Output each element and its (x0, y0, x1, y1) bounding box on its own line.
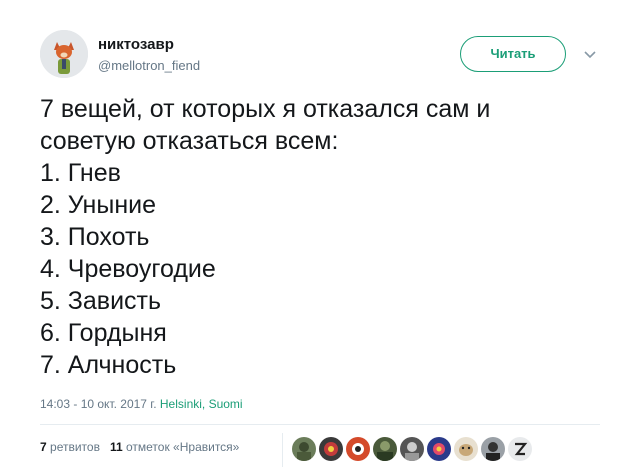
tweet-line: 6. Гордыня (40, 319, 167, 347)
fox-avatar-icon (40, 30, 88, 78)
liker-avatar[interactable] (454, 437, 478, 461)
liker-avatar[interactable] (400, 437, 424, 461)
avatar[interactable] (40, 30, 88, 78)
chevron-down-icon[interactable] (580, 44, 600, 64)
retweets-label: ретвитов (50, 440, 100, 454)
likes-count: 11 (109, 440, 123, 454)
tweet-stats: 7 ретвитов 11 отметок «Нравится» (40, 440, 239, 454)
author-block: никтозавр @mellotron_fiend (98, 36, 200, 75)
tweet-line: советую отказаться всем: (40, 127, 339, 155)
likes-stat[interactable]: 11 отметок «Нравится» (110, 440, 239, 454)
follow-button[interactable]: Читать (460, 36, 566, 72)
liker-avatar[interactable] (292, 437, 316, 461)
author-name[interactable]: никтозавр (98, 36, 200, 54)
tweet-line: 2. Уныние (40, 191, 157, 219)
tweet-line: 7 вещей, от которых я отказался сам и (40, 95, 491, 123)
liker-avatar[interactable] (427, 437, 451, 461)
tweet-line: 7. Алчность (40, 351, 177, 379)
tweet-line: 3. Похоть (40, 223, 150, 251)
retweets-stat[interactable]: 7 ретвитов (40, 440, 100, 454)
divider (282, 433, 283, 467)
location-link[interactable]: Helsinki, Suomi (160, 397, 243, 411)
liker-avatar[interactable] (508, 437, 532, 461)
liker-avatar[interactable] (373, 437, 397, 461)
liker-avatar[interactable] (481, 437, 505, 461)
liker-avatar[interactable] (319, 437, 343, 461)
author-handle[interactable]: @mellotron_fiend (98, 57, 200, 75)
tweet-text: 7 вещей, от которых я отказался сам и со… (40, 93, 600, 381)
liker-avatar[interactable] (346, 437, 370, 461)
tweet-line: 4. Чревоугодие (40, 255, 216, 283)
tweet-line: 5. Зависть (40, 287, 162, 315)
divider (40, 424, 600, 425)
retweets-count: 7 (40, 440, 47, 454)
timestamp[interactable]: 14:03 - 10 окт. 2017 г. (40, 397, 157, 411)
likes-label: отметок «Нравится» (126, 440, 240, 454)
tweet-meta: 14:03 - 10 окт. 2017 г. Helsinki, Suomi (40, 397, 243, 411)
tweet-line: 1. Гнев (40, 159, 121, 187)
